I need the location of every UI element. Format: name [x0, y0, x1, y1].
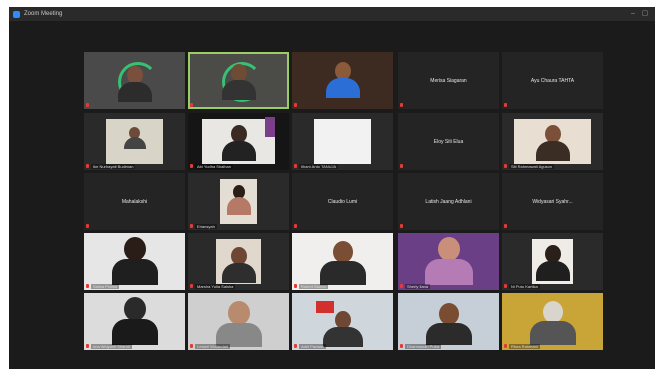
participant-video: [529, 301, 576, 345]
participant-tile[interactable]: Ima Widyanti Shandi: [84, 293, 185, 350]
mic-muted-icon: [504, 103, 507, 107]
mic-muted-icon: [504, 164, 507, 168]
participant-tile[interactable]: Abi Yudha Shalhan: [188, 113, 289, 170]
participant-tile[interactable]: Marsha Yulia Salsha: [188, 233, 289, 290]
participant-name: Abi Yudha Shalhan: [195, 164, 233, 169]
participant-tile[interactable]: Claudio Lumi: [292, 173, 393, 230]
background-poster: [265, 117, 275, 137]
participant-tile[interactable]: Merisa Siagaran: [398, 52, 499, 109]
participant-name: Marsha Yulia Salsha: [195, 284, 236, 289]
participant-name: Robert Bianco: [299, 284, 329, 289]
mic-muted-icon: [294, 344, 297, 348]
participant-name: Eriansyah: [195, 224, 217, 229]
participant-tile[interactable]: [292, 52, 393, 109]
participant-video: [425, 303, 472, 345]
participant-name: Siti Rahmawati Aguson: [509, 164, 555, 169]
title-bar: Zoom Meeting – ▢: [9, 7, 655, 21]
participant-video: [220, 179, 257, 224]
participant-tile[interactable]: Ike Nurhayati Budiman: [84, 113, 185, 170]
mic-muted-icon: [400, 164, 403, 168]
participant-name: Ima Widyanti Shandi: [91, 344, 132, 349]
zoom-app-icon: [13, 10, 20, 18]
participant-name: Ayu Chaura TAHTA: [530, 77, 575, 84]
mic-muted-icon: [190, 224, 193, 228]
participant-tile[interactable]: Robert Bianco: [292, 233, 393, 290]
participant-video: [325, 62, 360, 98]
participant-name: Eloy Siti Elua: [433, 138, 464, 145]
participant-name: Ike Nurhayati Budiman: [91, 164, 136, 169]
participant-name: Mahalakshi: [121, 198, 148, 205]
mic-muted-icon: [190, 164, 193, 168]
participant-video: [216, 239, 261, 284]
participant-name: Merisa Siagaran: [430, 77, 467, 84]
participant-tile[interactable]: Lestari Wulandari: [188, 293, 289, 350]
participant-name: Salina Pratiwi: [91, 284, 120, 289]
mic-muted-icon: [400, 284, 403, 288]
participant-tile[interactable]: Dharmawan Putra: [398, 293, 499, 350]
participant-video: [117, 66, 152, 102]
mic-muted-icon: [294, 103, 297, 107]
participant-name: Latish Jaang Adhlani: [425, 198, 472, 205]
mic-muted-icon: [86, 284, 89, 288]
participant-name: Adril Paraian: [299, 344, 326, 349]
participant-name: Rhea Rahmani: [509, 344, 540, 349]
participant-tile[interactable]: Adril Paraian: [292, 293, 393, 350]
participant-tile[interactable]: Siti Rahmawati Aguson: [502, 113, 603, 170]
participant-video: [314, 119, 371, 164]
mic-muted-icon: [86, 164, 89, 168]
mic-muted-icon: [400, 103, 403, 107]
participant-name: Sherly Ilana: [405, 284, 431, 289]
participant-tile[interactable]: Ni Putu Kartika: [502, 233, 603, 290]
participant-video: [111, 237, 158, 285]
participant-name: Claudio Lumi: [327, 198, 358, 205]
participant-name: Widyasari Syahr...: [532, 198, 573, 205]
participant-name: Dharmawan Putra: [405, 344, 442, 349]
participant-name: Ilham Anto TANUJA: [299, 164, 339, 169]
participant-tile[interactable]: Eriansyah: [188, 173, 289, 230]
minimize-icon[interactable]: –: [629, 10, 637, 18]
mic-muted-icon: [294, 224, 297, 228]
mic-muted-icon: [504, 224, 507, 228]
participant-video: [215, 301, 262, 347]
participant-video: [424, 237, 473, 285]
participant-video: [322, 311, 363, 347]
participant-tile[interactable]: Latish Jaang Adhlani: [398, 173, 499, 230]
participant-tile[interactable]: Rhea Rahmani: [502, 293, 603, 350]
participant-video: [221, 64, 256, 100]
mic-muted-icon: [504, 284, 507, 288]
mic-muted-icon: [294, 284, 297, 288]
maximize-icon[interactable]: ▢: [641, 10, 649, 18]
participant-tile-active-speaker[interactable]: [188, 52, 289, 109]
participant-tile[interactable]: Mahalakshi: [84, 173, 185, 230]
mic-muted-icon: [504, 344, 507, 348]
participant-video: [111, 297, 158, 345]
participant-tile[interactable]: Ilham Anto TANUJA: [292, 113, 393, 170]
mic-muted-icon: [294, 164, 297, 168]
mic-muted-icon: [400, 224, 403, 228]
participant-tile[interactable]: Salina Pratiwi: [84, 233, 185, 290]
mic-muted-icon: [86, 344, 89, 348]
participant-name: Ni Putu Kartika: [509, 284, 540, 289]
mic-muted-icon: [190, 344, 193, 348]
mic-muted-icon: [400, 344, 403, 348]
window-title: Zoom Meeting: [24, 11, 63, 17]
participant-video: [514, 119, 591, 164]
mic-muted-icon: [190, 284, 193, 288]
participant-tile[interactable]: Eloy Siti Elua: [398, 113, 499, 170]
mic-muted-icon: [86, 103, 89, 107]
participant-tile[interactable]: [84, 52, 185, 109]
participant-tile[interactable]: Sherly Ilana: [398, 233, 499, 290]
participant-video: [532, 239, 573, 284]
participant-tile[interactable]: Ayu Chaura TAHTA: [502, 52, 603, 109]
participant-name: Lestari Wulandari: [195, 344, 231, 349]
participant-tile[interactable]: Widyasari Syahr...: [502, 173, 603, 230]
participant-video: [106, 119, 163, 164]
participant-video: [319, 241, 366, 285]
mic-muted-icon: [86, 224, 89, 228]
mic-muted-icon: [190, 103, 193, 107]
